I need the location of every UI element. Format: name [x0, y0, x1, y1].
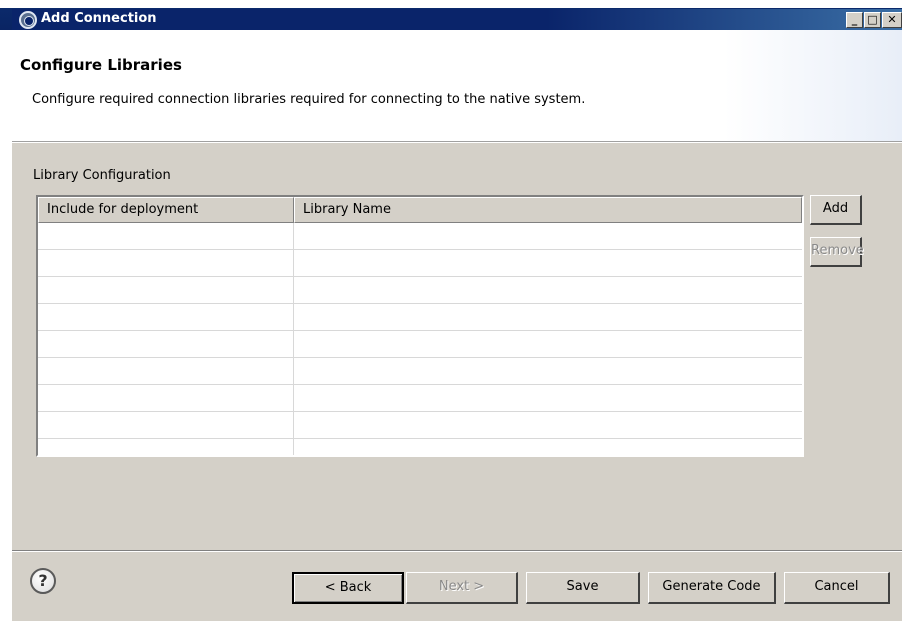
help-question-icon[interactable]: ? [30, 568, 56, 594]
table-row[interactable] [38, 412, 802, 439]
app-gear-icon [19, 11, 37, 29]
page-title: Configure Libraries [20, 56, 182, 74]
close-button[interactable]: ✕ [882, 12, 902, 28]
add-library-button[interactable]: Add [810, 195, 862, 225]
save-button[interactable]: Save [526, 572, 640, 604]
maximize-button[interactable]: □ [864, 12, 881, 28]
window-title: Add Connection [41, 11, 157, 26]
library-table-header: Include for deployment Library Name [38, 197, 802, 223]
page-description: Configure required connection libraries … [32, 92, 586, 107]
table-row[interactable] [38, 223, 802, 250]
table-row[interactable] [38, 250, 802, 277]
table-row[interactable] [38, 358, 802, 385]
back-button[interactable]: < Back [292, 572, 404, 604]
column-header-library-name[interactable]: Library Name [294, 197, 802, 223]
library-configuration-label: Library Configuration [33, 168, 171, 183]
minimize-button[interactable]: _ [846, 12, 863, 28]
footer-divider [12, 550, 902, 552]
wizard-body: Library Configuration Include for deploy… [12, 143, 902, 621]
column-header-include[interactable]: Include for deployment [38, 197, 294, 223]
next-button[interactable]: Next > [406, 572, 518, 604]
wizard-header: Configure Libraries Configure required c… [12, 30, 902, 142]
generate-code-button[interactable]: Generate Code [648, 572, 776, 604]
remove-library-button[interactable]: Remove [810, 237, 864, 267]
table-row[interactable] [38, 277, 802, 304]
cancel-button[interactable]: Cancel [784, 572, 890, 604]
table-row[interactable] [38, 304, 802, 331]
table-row[interactable] [38, 331, 802, 358]
library-table[interactable]: Include for deployment Library Name [36, 195, 804, 457]
table-row[interactable] [38, 385, 802, 412]
table-row[interactable] [38, 439, 802, 455]
